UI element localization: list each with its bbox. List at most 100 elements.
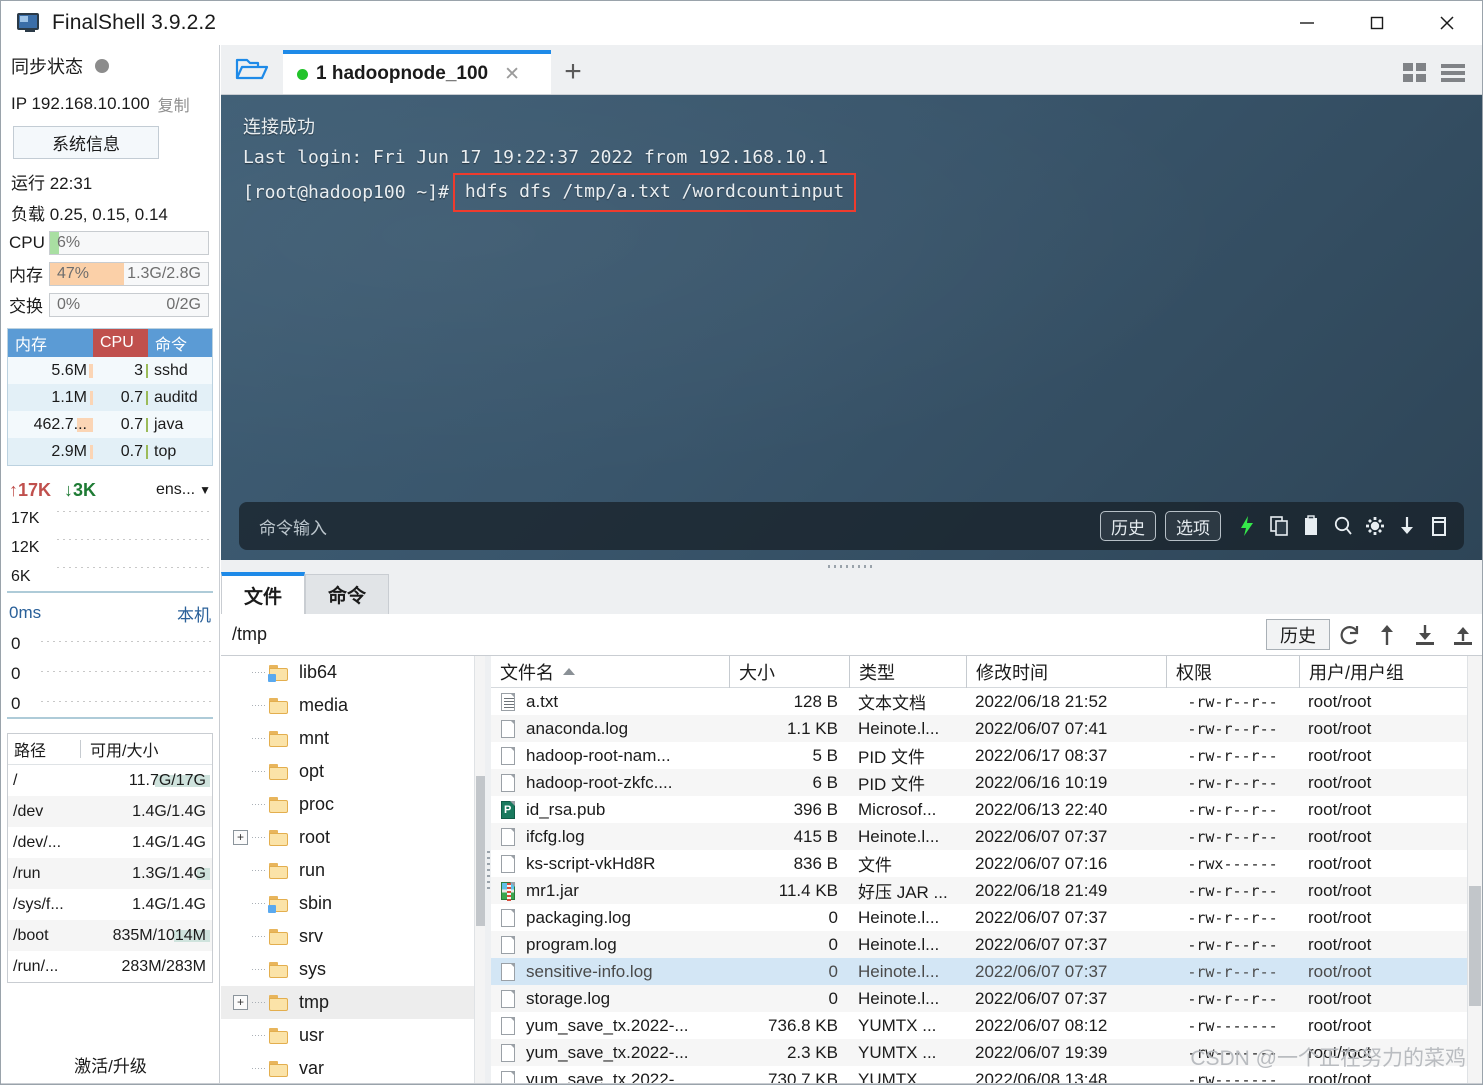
file-row[interactable]: packaging.log 0 Heinote.l... 2022/06/07 07:… xyxy=(491,904,1482,931)
file-row[interactable]: ifcfg.log 415 B Heinote.l... 2022/06/07 07:… xyxy=(491,823,1482,850)
session-tab-hadoopnode-100[interactable]: 1 hadoopnode_100 ✕ xyxy=(283,50,551,94)
activate-upgrade-link[interactable]: 激活/升级 xyxy=(1,1052,220,1077)
disk-col-path[interactable]: 路径 xyxy=(8,737,80,761)
upload-icon[interactable] xyxy=(1444,618,1482,652)
tree-item-srv[interactable]: srv xyxy=(221,920,489,953)
file-col-owner[interactable]: 用户/用户组 xyxy=(1299,656,1482,688)
copy-ip-button[interactable]: 复制 xyxy=(158,92,190,116)
process-row[interactable]: 462.7... 0.7 java xyxy=(8,411,212,438)
tree-item-opt[interactable]: opt xyxy=(221,755,489,788)
process-command: java xyxy=(154,415,184,433)
command-input-bar[interactable]: 命令输入 历史 选项 xyxy=(239,502,1464,550)
process-col-cpu[interactable]: CPU xyxy=(93,329,148,357)
file-row[interactable]: id_rsa.pub 396 B Microsof... 2022/06/13 22:… xyxy=(491,796,1482,823)
download-icon[interactable] xyxy=(1406,618,1444,652)
disk-table-header: 路径 可用/大小 xyxy=(8,734,212,765)
file-list-scrollbar[interactable] xyxy=(1467,656,1482,1084)
disk-row[interactable]: /run/... 283M/283M xyxy=(8,951,212,982)
file-col-type[interactable]: 类型 xyxy=(849,656,966,688)
file-row[interactable]: anaconda.log 1.1 KB Heinote.l... 2022/06/07… xyxy=(491,715,1482,742)
file-col-permissions[interactable]: 权限 xyxy=(1166,656,1299,688)
file-col-size[interactable]: 大小 xyxy=(729,656,849,688)
chevron-down-icon[interactable]: ▼ xyxy=(199,483,211,497)
expand-icon[interactable]: + xyxy=(233,830,248,845)
list-view-icon[interactable] xyxy=(1440,61,1466,88)
current-path[interactable]: /tmp xyxy=(232,624,267,645)
disk-path: /boot xyxy=(13,926,49,944)
process-row[interactable]: 1.1M 0.7 auditd xyxy=(8,384,212,411)
close-tab-icon[interactable]: ✕ xyxy=(504,63,520,86)
tree-item-media[interactable]: media xyxy=(221,689,489,722)
ping-host-label[interactable]: 本机 xyxy=(177,601,211,626)
tree-item-run[interactable]: run xyxy=(221,854,489,887)
app-title: FinalShell 3.9.2.2 xyxy=(52,11,217,34)
disk-row[interactable]: /sys/f... 1.4G/1.4G xyxy=(8,889,212,920)
bottom-tab-0[interactable]: 文件 xyxy=(221,572,306,614)
tree-item-label: opt xyxy=(299,761,325,781)
ping-axis-tick: 0 xyxy=(11,694,21,713)
path-history-button[interactable]: 历史 xyxy=(1266,619,1330,650)
search-icon[interactable] xyxy=(1328,510,1358,542)
file-row[interactable]: mr1.jar 11.4 KB 好压 JAR ... 2022/06/18 21:49… xyxy=(491,877,1482,904)
tree-item-label: run xyxy=(299,860,326,880)
download-icon[interactable] xyxy=(1392,510,1422,542)
disk-row[interactable]: /run 1.3G/1.4G xyxy=(8,858,212,889)
tree-item-usr[interactable]: usr xyxy=(221,1019,489,1052)
expand-icon[interactable]: + xyxy=(233,995,248,1010)
grid-view-icon[interactable] xyxy=(1402,61,1428,88)
process-row[interactable]: 2.9M 0.7 top xyxy=(8,438,212,465)
new-tab-button[interactable]: + xyxy=(551,50,595,94)
process-col-memory[interactable]: 内存 xyxy=(8,329,93,357)
file-name-cell: mr1.jar xyxy=(491,881,729,901)
disk-col-size[interactable]: 可用/大小 xyxy=(81,737,212,761)
terminal-options-button[interactable]: 选项 xyxy=(1165,511,1221,541)
tree-item-proc[interactable]: proc xyxy=(221,788,489,821)
process-row[interactable]: 5.6M 3 sshd xyxy=(8,357,212,384)
file-row[interactable]: yum_save_tx.2022-... 2.3 KB YUMTX ... 2022/… xyxy=(491,1039,1482,1066)
system-info-button[interactable]: 系统信息 xyxy=(13,126,159,159)
tree-item-tmp[interactable]: + tmp xyxy=(221,986,489,1019)
directory-tree[interactable]: lib64 media mnt opt proc + root run sbin srv sys + t… xyxy=(221,656,490,1084)
up-directory-icon[interactable] xyxy=(1368,618,1406,652)
file-row[interactable]: a.txt 128 B 文本文档 2022/06/18 21:52 -rw-r--r--… xyxy=(491,688,1482,715)
lightning-icon[interactable] xyxy=(1232,510,1262,542)
terminal-pane[interactable]: 连接成功 Last login: Fri Jun 17 19:22:37 202… xyxy=(221,95,1482,560)
bottom-tab-1[interactable]: 命令 xyxy=(305,574,390,614)
file-row[interactable]: sensitive-info.log 0 Heinote.l... 2022/06/0… xyxy=(491,958,1482,985)
tree-item-sys[interactable]: sys xyxy=(221,953,489,986)
tree-item-var[interactable]: var xyxy=(221,1052,489,1084)
disk-row[interactable]: /dev 1.4G/1.4G xyxy=(8,796,212,827)
disk-row[interactable]: / 11.7G/17G xyxy=(8,765,212,796)
minimize-button[interactable] xyxy=(1272,1,1342,45)
tree-item-lib64[interactable]: lib64 xyxy=(221,656,489,689)
file-row[interactable]: hadoop-root-nam... 5 B PID 文件 2022/06/17 08… xyxy=(491,742,1482,769)
terminal-history-button[interactable]: 历史 xyxy=(1100,511,1156,541)
network-interface-label[interactable]: ens... xyxy=(156,481,195,499)
close-button[interactable] xyxy=(1412,1,1482,45)
refresh-icon[interactable] xyxy=(1330,618,1368,652)
file-row[interactable]: hadoop-root-zkfc.... 6 B PID 文件 2022/06/16 … xyxy=(491,769,1482,796)
ping-header: 0ms 本机 xyxy=(1,599,219,627)
tree-item-sbin[interactable]: sbin xyxy=(221,887,489,920)
open-folder-icon[interactable] xyxy=(221,44,283,94)
file-row[interactable]: program.log 0 Heinote.l... 2022/06/07 07:37… xyxy=(491,931,1482,958)
copy-icon[interactable] xyxy=(1264,510,1294,542)
maximize-button[interactable] xyxy=(1342,1,1412,45)
gear-icon[interactable] xyxy=(1360,510,1390,542)
process-cpu: 0.7 xyxy=(93,389,148,407)
file-col-modified[interactable]: 修改时间 xyxy=(966,656,1166,688)
file-col-name[interactable]: 文件名 xyxy=(491,656,729,688)
tree-item-mnt[interactable]: mnt xyxy=(221,722,489,755)
paste-icon[interactable] xyxy=(1296,510,1326,542)
file-row[interactable]: yum_save_tx.2022-... 736.8 KB YUMTX ... 202… xyxy=(491,1012,1482,1039)
file-owner-cell: root/root xyxy=(1308,961,1372,981)
disk-row[interactable]: /boot 835M/1014M xyxy=(8,920,212,951)
file-row[interactable]: ks-script-vkHd8R 836 B 文件 2022/06/07 07:16 -… xyxy=(491,850,1482,877)
pane-splitter[interactable] xyxy=(221,560,1482,572)
process-col-command[interactable]: 命令 xyxy=(148,329,212,357)
tree-item-label: srv xyxy=(299,926,323,946)
disk-row[interactable]: /dev/... 1.4G/1.4G xyxy=(8,827,212,858)
tree-item-root[interactable]: + root xyxy=(221,821,489,854)
file-row[interactable]: storage.log 0 Heinote.l... 2022/06/07 07:37… xyxy=(491,985,1482,1012)
window-icon[interactable] xyxy=(1424,510,1454,542)
